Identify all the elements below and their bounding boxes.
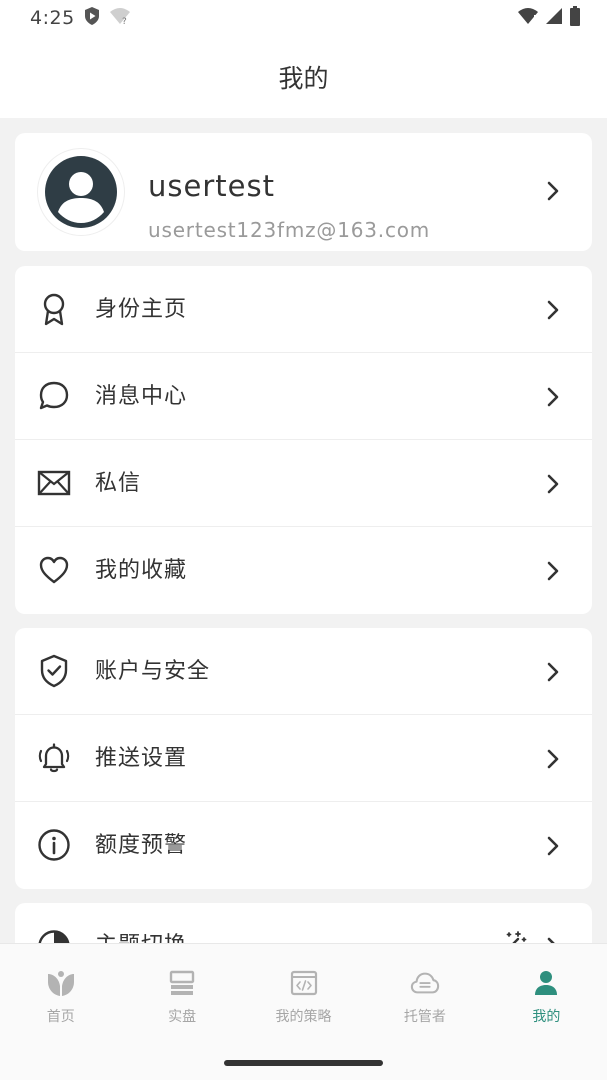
profile-name: usertest [148,169,275,203]
menu-group-settings: 账户与安全 推送设置 额度预警 [15,628,592,889]
tab-label: 首页 [46,1009,75,1025]
person-avatar-icon [45,156,117,228]
menu-item-label: 身份主页 [95,297,188,322]
menu-item-message-center[interactable]: 消息中心 [15,353,592,440]
chevron-right-icon [546,180,560,206]
menu-item-account-security[interactable]: 账户与安全 [15,628,592,715]
wifi-question-icon: ? [109,7,131,29]
menu-item-theme-switch[interactable]: 主题切换 [15,903,592,943]
tab-custodian[interactable]: 托管者 [364,944,485,1040]
person-icon [531,968,561,998]
server-icon [167,968,197,998]
menu-item-push-settings[interactable]: 推送设置 [15,715,592,802]
tab-mine[interactable]: 我的 [486,944,607,1040]
menu-item-label: 消息中心 [95,384,188,409]
heart-icon [37,553,71,587]
menu-item-favorites[interactable]: 我的收藏 [15,527,592,614]
profile-card[interactable]: usertest usertest123fmz@163.com [15,133,592,251]
profile-email: usertest123fmz@163.com [148,218,431,242]
chevron-right-icon [546,835,560,861]
app-bar: 我的 [0,36,607,118]
chevron-right-icon [546,299,560,325]
menu-group-profile: 身份主页 消息中心 私信 我的收藏 [15,266,592,614]
menu-item-label: 账户与安全 [95,659,211,684]
menu-item-label: 我的收藏 [95,558,188,583]
badge-icon [37,292,71,326]
avatar [37,148,125,236]
chat-bubble-icon [37,379,71,413]
tab-label: 实盘 [168,1009,197,1025]
chevron-right-icon [546,936,560,943]
menu-item-label: 私信 [95,471,142,496]
tab-live[interactable]: 实盘 [121,944,242,1040]
chevron-right-icon [546,473,560,499]
status-bar: 4:25 ? [0,0,607,36]
menu-item-private-message[interactable]: 私信 [15,440,592,527]
tab-my-strategy[interactable]: 我的策略 [243,944,364,1040]
info-icon [37,828,71,862]
mail-icon [37,466,71,500]
tab-home[interactable]: 首页 [0,944,121,1040]
battery-icon [569,6,581,30]
page-title: 我的 [278,64,329,93]
theme-icon [37,929,71,943]
chevron-right-icon [546,748,560,774]
menu-item-label: 主题切换 [95,931,187,943]
menu-item-quota-alert[interactable]: 额度预警 [15,802,592,889]
wifi-alert-icon [517,7,539,29]
menu-item-label: 推送设置 [95,746,188,771]
bottom-nav: 首页 实盘 我的策略 托管者 我的 [0,943,607,1080]
shield-check-icon [37,654,71,688]
magic-wand-icon [498,929,528,943]
svg-text:?: ? [122,17,127,25]
bell-icon [37,741,71,775]
chevron-right-icon [546,560,560,586]
menu-group-appearance: 主题切换 [15,903,592,943]
chevron-right-icon [546,386,560,412]
status-time: 4:25 [30,7,75,29]
chevron-right-icon [546,661,560,687]
cellular-signal-icon [545,7,563,29]
home-logo-icon [46,968,76,998]
cloud-icon [410,968,440,998]
shield-play-icon [83,6,101,30]
content-scroll[interactable]: usertest usertest123fmz@163.com 身份主页 消息中… [0,118,607,943]
menu-item-identity-home[interactable]: 身份主页 [15,266,592,353]
menu-item-label: 额度预警 [95,833,188,858]
tab-label: 托管者 [403,1009,446,1025]
tab-label: 我的 [532,1009,561,1025]
code-window-icon [289,968,319,998]
home-indicator[interactable] [224,1060,383,1066]
tab-label: 我的策略 [275,1009,332,1025]
